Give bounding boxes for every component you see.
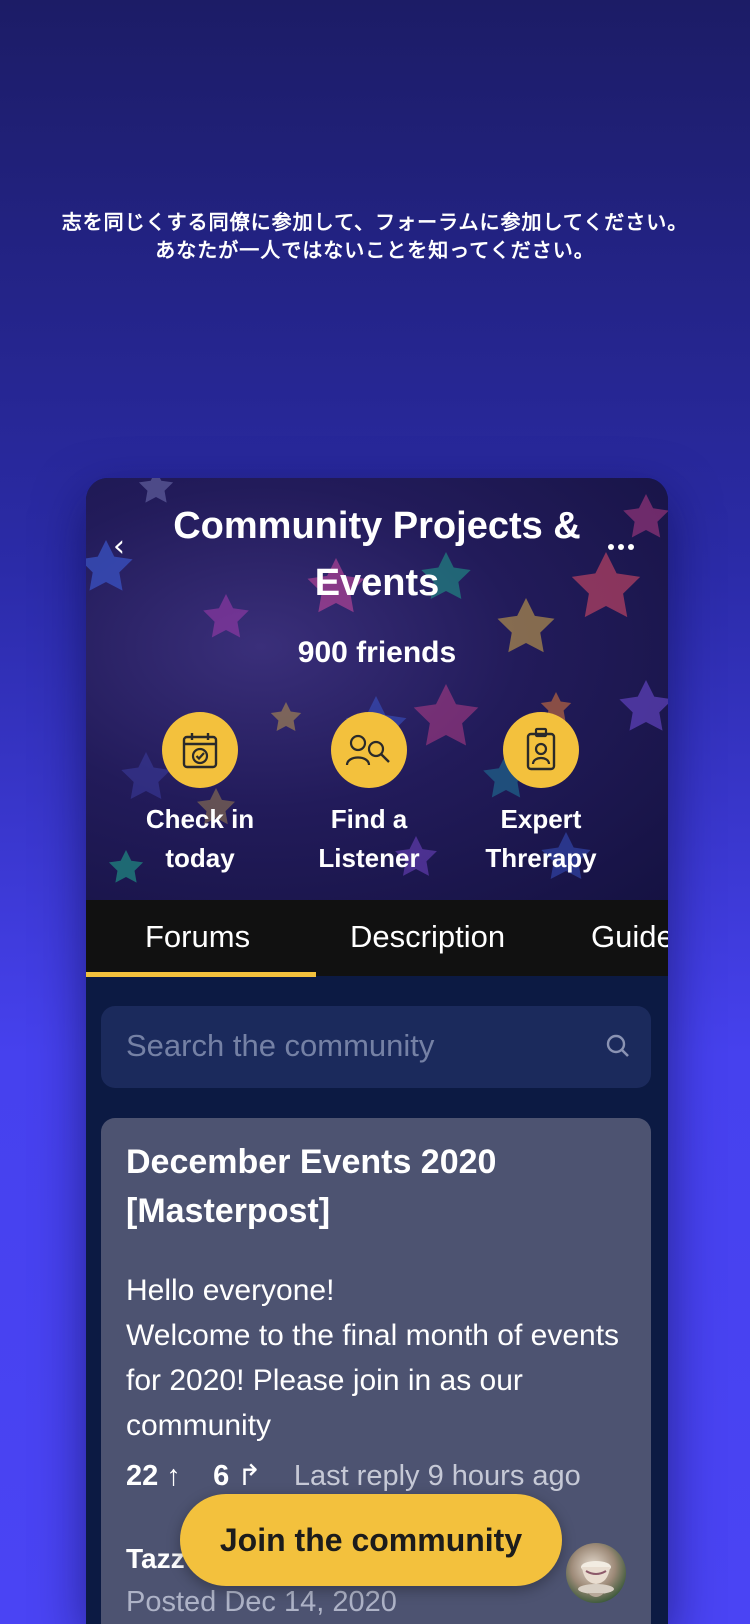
tab-forums[interactable]: Forums: [145, 900, 250, 976]
last-reply: Last reply 9 hours ago: [293, 1460, 581, 1492]
teacups-avatar-image: [578, 1561, 614, 1597]
search-input[interactable]: Search the community: [101, 1006, 651, 1088]
post-excerpt: Hello everyone! Welcome to the final mon…: [126, 1268, 631, 1448]
post-stats: 22 ↑ 6 ↱ Last reply 9 hours ago: [126, 1458, 581, 1493]
tab-description[interactable]: Description: [350, 900, 505, 976]
calendar-check-icon: [182, 733, 218, 769]
friends-count: 900 friends: [297, 636, 457, 669]
share-icon[interactable]: ↱: [237, 1460, 261, 1492]
post-author[interactable]: Tazz: [126, 1543, 185, 1575]
promo-text: 志を同じくする同僚に参加して、フォーラムに参加してください。 あなたが一人ではな…: [0, 208, 750, 264]
chevron-left-icon: ‹: [113, 529, 125, 564]
id-badge-icon: [526, 727, 556, 771]
post-date: Posted Dec 14, 2020: [126, 1586, 397, 1618]
more-options-button[interactable]: [606, 530, 650, 564]
back-button[interactable]: ‹: [102, 530, 136, 564]
join-community-button[interactable]: Join the community: [180, 1494, 562, 1586]
post-excerpt-line-2: Welcome to the final month of events for…: [126, 1319, 620, 1442]
community-title: Community Projects & Events: [173, 505, 581, 604]
more-dots-icon: [608, 544, 614, 550]
tab-guide[interactable]: Guide: [591, 900, 668, 976]
active-tab-indicator: [86, 972, 316, 977]
post-title: December Events 2020 [Masterpost]: [126, 1143, 497, 1230]
upvote-count: 22: [126, 1460, 159, 1492]
post-excerpt-line-1: Hello everyone!: [126, 1274, 335, 1307]
tab-bar: Forums Description Guide: [86, 900, 668, 977]
community-header: ‹ Community Projects & Events 900 friend…: [86, 478, 668, 900]
check-in-button[interactable]: Check in today: [120, 712, 280, 878]
expert-therapy-label: Expert Threrapy: [485, 804, 597, 873]
search-placeholder: Search the community: [126, 1028, 435, 1063]
promo-line-1: 志を同じくする同僚に参加して、フォーラムに参加してください。: [61, 210, 689, 234]
app-screen: ‹ Community Projects & Events 900 friend…: [86, 478, 668, 1624]
people-search-icon: [345, 734, 390, 766]
upvote-icon[interactable]: ↑: [166, 1460, 181, 1492]
find-listener-button[interactable]: Find a Listener: [289, 712, 449, 878]
check-in-label: Check in today: [145, 804, 255, 873]
find-listener-label: Find a Listener: [318, 804, 420, 873]
avatar[interactable]: [566, 1543, 626, 1603]
search-icon[interactable]: [605, 1033, 631, 1059]
expert-therapy-button[interactable]: Expert Threrapy: [461, 712, 621, 878]
share-count: 6: [213, 1460, 230, 1492]
promo-line-2: あなたが一人ではないことを知ってください。: [155, 238, 595, 262]
